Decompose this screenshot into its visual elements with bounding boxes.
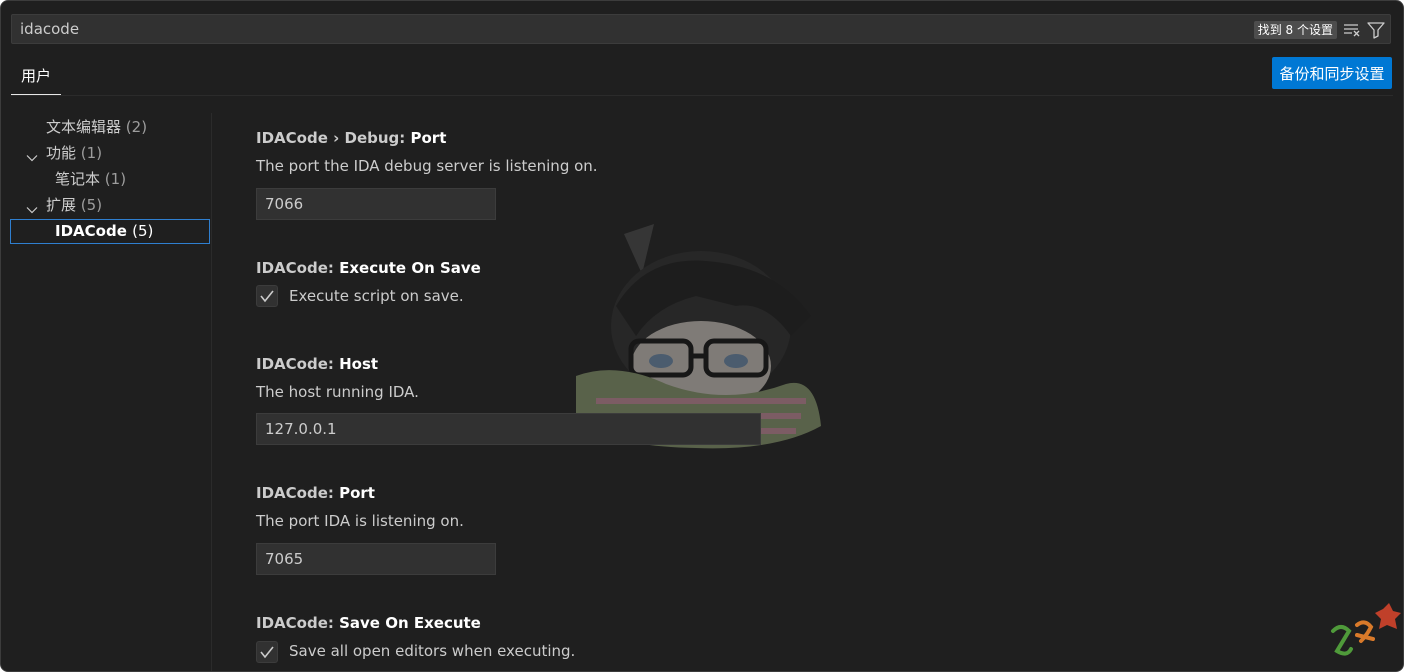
toc-item-count: (5) <box>80 196 103 214</box>
search-result-count-badge: 找到 8 个设置 <box>1253 21 1337 39</box>
toc-item-label: 功能 <box>46 144 77 162</box>
chevron-down-icon <box>26 147 38 162</box>
tab-user[interactable]: 用户 <box>11 61 61 95</box>
setting-description: The host running IDA. <box>256 383 419 401</box>
setting-category: IDACode: <box>256 355 340 373</box>
setting-category: IDACode: <box>256 259 340 277</box>
funnel-icon[interactable] <box>1366 20 1386 40</box>
setting-description: The port IDA is listening on. <box>256 512 464 530</box>
setting-key: Host <box>339 355 379 373</box>
setting-title-port: IDACode: Port <box>256 484 375 502</box>
setting-description: The port the IDA debug server is listeni… <box>256 157 598 175</box>
toc-item-notebook[interactable]: 笔记本 (1) <box>55 167 126 191</box>
settings-window: 找到 8 个设置 用户 备份和同步设置 文本编辑器 (2) <box>0 0 1404 672</box>
checkmark-icon <box>260 646 274 659</box>
execute-on-save-checkbox[interactable] <box>256 285 278 307</box>
checkbox-label: Execute script on save. <box>289 287 464 305</box>
toc-item-label: 扩展 <box>46 196 77 214</box>
host-field[interactable] <box>256 413 761 445</box>
setting-title-host: IDACode: Host <box>256 355 378 373</box>
toc-item-count: (5) <box>132 222 154 240</box>
setting-category: IDACode: <box>256 614 340 632</box>
setting-title-debug-port: IDACode › Debug: Port <box>256 129 446 147</box>
toc-item-extensions[interactable]: 扩展 (5) <box>26 193 103 217</box>
setting-key: Execute On Save <box>339 259 481 277</box>
toc-item-label: 笔记本 <box>55 170 101 188</box>
toc-item-count: (1) <box>80 144 103 162</box>
toc-item-label: IDACode <box>55 222 127 240</box>
checkbox-label: Save all open editors when executing. <box>289 642 576 660</box>
toc-item-features[interactable]: 功能 (1) <box>26 141 103 165</box>
corner-logo-icon <box>1327 601 1403 665</box>
settings-search-input[interactable] <box>12 15 1228 43</box>
settings-toc: 文本编辑器 (2) 功能 (1) 笔记本 (1) 扩展 (5) IDACode … <box>1 113 211 671</box>
setting-category: IDACode › Debug: <box>256 129 411 147</box>
settings-search-bar: 找到 8 个设置 <box>11 14 1391 44</box>
setting-title-execute-on-save: IDACode: Execute On Save <box>256 259 481 277</box>
backup-and-sync-button[interactable]: 备份和同步设置 <box>1272 57 1392 89</box>
setting-key: Port <box>339 484 375 502</box>
toc-item-count: (1) <box>104 170 127 188</box>
chevron-down-icon <box>26 199 38 214</box>
port-field[interactable] <box>256 543 496 575</box>
setting-category: IDACode: <box>256 484 340 502</box>
debug-port-field[interactable] <box>256 188 496 220</box>
toc-divider <box>211 113 212 671</box>
setting-key: Port <box>410 129 447 147</box>
save-on-execute-checkbox[interactable] <box>256 641 278 663</box>
checkmark-icon <box>260 290 274 303</box>
toc-item-label: 文本编辑器 <box>46 118 122 136</box>
tabs-divider <box>11 95 1393 96</box>
toc-item-text-editor[interactable]: 文本编辑器 (2) <box>46 115 147 139</box>
toc-item-count: (2) <box>125 118 148 136</box>
setting-title-save-on-execute: IDACode: Save On Execute <box>256 614 481 632</box>
setting-key: Save On Execute <box>339 614 481 632</box>
clear-filter-icon[interactable] <box>1342 20 1362 40</box>
toc-item-idacode[interactable]: IDACode (5) <box>10 219 210 244</box>
